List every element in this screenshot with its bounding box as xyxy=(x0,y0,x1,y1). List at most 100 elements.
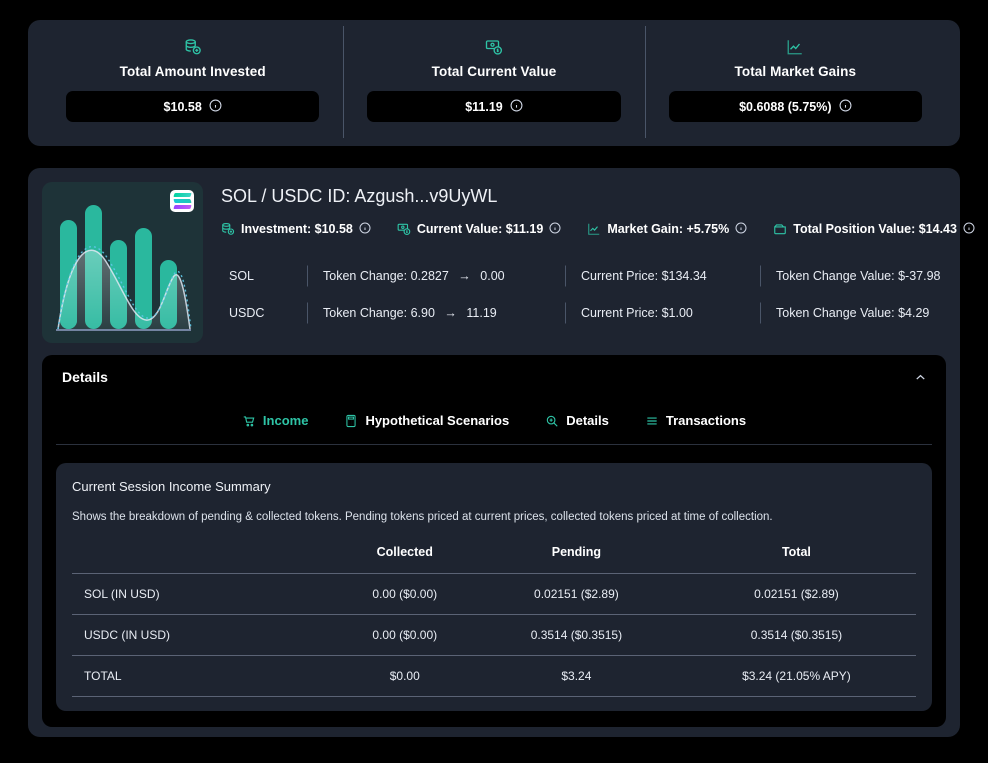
arrow-icon: → xyxy=(458,268,471,283)
summary-value-text: $10.58 xyxy=(163,99,202,114)
summary-value-current[interactable]: $11.19 xyxy=(367,91,621,122)
money-icon xyxy=(397,222,411,236)
cell-total: 0.3514 ($0.3515) xyxy=(676,614,916,656)
tab-label: Hypothetical Scenarios xyxy=(365,413,510,428)
info-icon[interactable] xyxy=(735,222,747,237)
metric-total-position-value: Total Position Value: $14.43 xyxy=(773,222,975,237)
info-icon[interactable] xyxy=(209,99,222,115)
database-icon xyxy=(221,222,235,236)
cell-pending: $3.24 xyxy=(475,655,677,697)
position-info: SOL / USDC ID: Azgush...v9UyWL Investmen… xyxy=(221,182,975,343)
token-change-label: Token Change: xyxy=(323,305,408,320)
token-change: Token Change: 0.2827 → 0.00 xyxy=(307,269,565,283)
metric-market-gain: Market Gain: +5.75% xyxy=(587,222,747,237)
details-header[interactable]: Details xyxy=(56,369,932,385)
solana-logo xyxy=(170,190,194,212)
calculator-icon xyxy=(344,414,358,428)
info-icon[interactable] xyxy=(359,222,371,237)
solana-bar xyxy=(172,193,192,197)
summary-column-market-gains: Total Market Gains $0.6088 (5.75%) xyxy=(644,26,946,138)
solana-bar xyxy=(172,205,192,209)
chevron-up-icon[interactable] xyxy=(913,370,928,385)
money-value-icon xyxy=(485,38,503,58)
summary-value-gains[interactable]: $0.6088 (5.75%) xyxy=(668,91,922,122)
tab-details[interactable]: Details xyxy=(545,413,609,428)
column-header-label xyxy=(72,545,334,574)
metric-label: Current Value: $11.19 xyxy=(416,222,544,236)
table-header-row: Collected Pending Total xyxy=(72,545,916,574)
row-label: SOL (IN USD) xyxy=(72,573,334,615)
cell-collected: $0.00 xyxy=(333,655,476,697)
token-change-value: Token Change Value: $-37.98 xyxy=(760,269,946,283)
table-row-total: TOTAL $0.00 $3.24 $3.24 (21.05% APY) xyxy=(72,655,916,697)
position-metrics: Investment: $10.58 Current Value: $11.19… xyxy=(221,221,975,237)
metric-label: Investment: $10.58 xyxy=(241,222,353,236)
summary-column-invested: Total Amount Invested $10.58 xyxy=(42,30,343,130)
token-change-from: 0.2827 xyxy=(410,268,449,283)
token-symbol: USDC xyxy=(229,305,265,320)
tab-label: Details xyxy=(566,413,609,428)
metric-current-value: Current Value: $11.19 xyxy=(397,222,561,237)
row-label: USDC (IN USD) xyxy=(72,614,334,656)
tab-income[interactable]: Income xyxy=(242,413,309,428)
income-summary-subtitle: Shows the breakdown of pending & collect… xyxy=(72,511,773,523)
metric-investment: Investment: $10.58 xyxy=(221,222,371,237)
table-row: USDC (IN USD) 0.00 ($0.00) 0.3514 ($0.35… xyxy=(72,614,916,656)
token-change-to: 0.00 xyxy=(480,268,505,283)
summary-title: Total Market Gains xyxy=(734,64,857,79)
cell-collected: 0.00 ($0.00) xyxy=(333,614,476,656)
income-table-body: SOL (IN USD) 0.00 ($0.00) 0.02151 ($2.89… xyxy=(72,573,916,697)
cart-icon xyxy=(242,414,256,428)
info-icon[interactable] xyxy=(839,99,852,115)
position-card: SOL / USDC ID: Azgush...v9UyWL Investmen… xyxy=(28,168,975,737)
position-title: SOL / USDC ID: Azgush...v9UyWL xyxy=(221,186,498,206)
income-summary-panel: Current Session Income Summary Shows the… xyxy=(56,463,932,711)
summary-value-invested[interactable]: $10.58 xyxy=(66,91,320,122)
summary-column-current-value: Total Current Value $11.19 xyxy=(343,26,644,138)
table-row: SOL Token Change: 0.2827 → 0.00 Current … xyxy=(229,257,946,294)
wallet-icon xyxy=(773,222,787,236)
metric-label: Total Position Value: $14.43 xyxy=(793,222,957,236)
cell-pending: 0.02151 ($2.89) xyxy=(475,573,677,615)
row-label: TOTAL xyxy=(72,655,334,697)
income-table: Collected Pending Total SOL (IN USD) 0.0… xyxy=(72,545,916,697)
token-change-to: 11.19 xyxy=(466,305,497,320)
summary-value-text: $11.19 xyxy=(465,99,503,114)
position-header: SOL / USDC ID: Azgush...v9UyWL Investmen… xyxy=(42,182,975,343)
table-row: SOL (IN USD) 0.00 ($0.00) 0.02151 ($2.89… xyxy=(72,573,916,615)
token-change-from: 6.90 xyxy=(410,305,435,320)
metric-label: Market Gain: +5.75% xyxy=(607,222,730,236)
cell-pending: 0.3514 ($0.3515) xyxy=(475,614,677,656)
summary-card: Total Amount Invested $10.58 Total Curre… xyxy=(28,20,960,146)
line-chart-icon xyxy=(786,38,804,58)
table-row: USDC Token Change: 6.90 → 11.19 Current … xyxy=(229,294,946,331)
info-icon[interactable] xyxy=(963,222,975,237)
column-header-total: Total xyxy=(781,545,811,559)
token-change-label: Token Change: xyxy=(323,268,408,283)
tab-label: Income xyxy=(262,413,309,428)
info-icon[interactable] xyxy=(510,99,523,115)
tab-transactions[interactable]: Transactions xyxy=(645,413,746,428)
token-change-value: Token Change Value: $4.29 xyxy=(760,306,946,320)
list-icon xyxy=(645,414,659,428)
summary-title: Total Current Value xyxy=(431,64,557,79)
chart-icon xyxy=(587,222,601,236)
summary-value-text: $0.6088 (5.75%) xyxy=(739,99,832,114)
token-rows: SOL Token Change: 0.2827 → 0.00 Current … xyxy=(221,257,946,331)
income-summary-title: Current Session Income Summary xyxy=(72,479,271,494)
summary-title: Total Amount Invested xyxy=(119,64,266,79)
cell-total: 0.02151 ($2.89) xyxy=(676,573,916,615)
column-header-pending: Pending xyxy=(551,545,602,559)
details-tabs: Income Hypothetical Scenarios Details Tr… xyxy=(56,413,932,445)
position-chart-thumbnail xyxy=(42,182,203,343)
details-panel: Details Income Hypothetical Scenarios De… xyxy=(42,355,946,727)
magnifier-icon xyxy=(545,414,559,428)
token-current-price: Current Price: $134.34 xyxy=(565,269,760,283)
token-change: Token Change: 6.90 → 11.19 xyxy=(307,306,565,320)
arrow-icon: → xyxy=(444,305,457,320)
database-plus-icon xyxy=(184,38,202,58)
tab-hypothetical-scenarios[interactable]: Hypothetical Scenarios xyxy=(344,413,509,428)
income-table-head: Collected Pending Total xyxy=(72,545,916,574)
info-icon[interactable] xyxy=(549,222,561,237)
token-current-price: Current Price: $1.00 xyxy=(565,306,760,320)
